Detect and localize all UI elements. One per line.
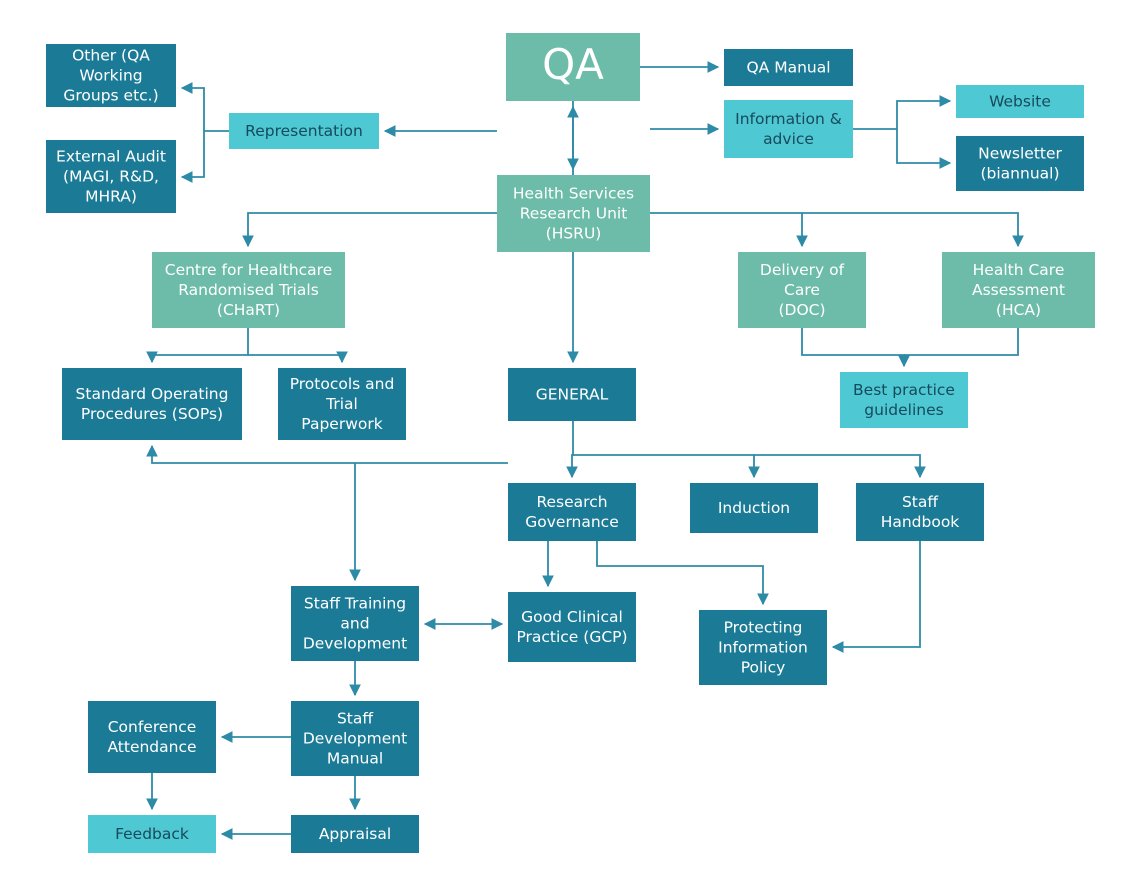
- node-protocols-and-trial-paperwork[interactable]: Protocols and Trial Paperwork: [278, 368, 406, 440]
- node-information-and-advice[interactable]: Information & advice: [724, 100, 853, 158]
- node-label-research-governance: Research Governance: [525, 493, 619, 531]
- edge-general-to-induction: [572, 454, 760, 479]
- node-general[interactable]: GENERAL: [508, 368, 636, 421]
- node-chart[interactable]: Centre for Healthcare Randomised Trials (C…: [152, 252, 345, 328]
- node-representation[interactable]: Representation: [229, 113, 379, 149]
- edge-general-to-staff-handbook: [754, 454, 926, 479]
- edge-information-to-website: [853, 95, 952, 130]
- node-label-website: Website: [989, 92, 1051, 110]
- edge-general-to-research-governance: [566, 421, 578, 479]
- node-staff-handbook[interactable]: Staff Handbook: [856, 483, 984, 541]
- edge-hca-to-best-practice: [904, 328, 1019, 356]
- node-appraisal[interactable]: Appraisal: [291, 815, 419, 853]
- node-staff-training-and-development[interactable]: Staff Training and Development: [291, 586, 419, 661]
- node-label-induction: Induction: [718, 499, 790, 517]
- node-label-feedback: Feedback: [115, 825, 189, 843]
- node-label-representation: Representation: [245, 122, 363, 140]
- node-standard-operating-procedures[interactable]: Standard Operating Procedures (SOPs): [62, 368, 242, 440]
- node-qa-manual[interactable]: QA Manual: [724, 49, 853, 86]
- node-induction[interactable]: Induction: [690, 483, 818, 533]
- edge-information-to-newsletter: [896, 129, 952, 169]
- edge-hsru-to-hca: [802, 212, 1024, 248]
- node-research-governance[interactable]: Research Governance: [508, 483, 636, 541]
- node-newsletter[interactable]: Newsletter (biannual): [956, 136, 1084, 191]
- node-hsru[interactable]: Health Services Research Unit (HSRU): [497, 175, 650, 252]
- node-health-care-assessment[interactable]: Health Care Assessment (HCA): [942, 252, 1095, 328]
- node-qa[interactable]: QA: [506, 33, 640, 101]
- node-external-audit[interactable]: External Audit (MAGI, R&D, MHRA): [46, 140, 176, 213]
- node-conference-attendance[interactable]: Conference Attendance: [88, 701, 216, 773]
- node-label-conference-attendance: Conference Attendance: [107, 718, 196, 756]
- edge-chart-to-sops: [146, 328, 249, 364]
- node-best-practice-guidelines[interactable]: Best practice guidelines: [840, 372, 968, 428]
- node-good-clinical-practice[interactable]: Good Clinical Practice (GCP): [508, 592, 636, 662]
- node-label-standard-operating-procedures: Standard Operating Procedures (SOPs): [76, 385, 229, 423]
- node-label-best-practice-guidelines: Best practice guidelines: [853, 381, 955, 419]
- flowchart-svg: Other (QA Working Groups etc.) External Aud…: [46, 33, 1095, 853]
- node-label-general: GENERAL: [536, 385, 609, 403]
- edge-staff-handbook-to-protecting-info: [831, 541, 921, 653]
- edge-research-governance-to-sops: [146, 444, 508, 464]
- node-label-newsletter: Newsletter (biannual): [978, 144, 1062, 182]
- node-label-appraisal: Appraisal: [319, 825, 391, 843]
- edge-hsru-to-doc: [650, 212, 808, 248]
- edge-representation-to-other: [180, 82, 205, 131]
- node-protecting-information-policy[interactable]: Protecting Information Policy: [699, 610, 827, 685]
- node-website[interactable]: Website: [956, 85, 1084, 118]
- node-other-qa-working-groups[interactable]: Other (QA Working Groups etc.): [46, 44, 176, 107]
- node-delivery-of-care[interactable]: Delivery of Care (DOC): [738, 252, 866, 328]
- edge-chart-to-protocols: [248, 351, 348, 364]
- edge-doc-to-best-practice: [801, 328, 910, 368]
- edge-representation-to-external-audit: [180, 130, 229, 183]
- node-label-good-clinical-practice: Good Clinical Practice (GCP): [516, 608, 627, 646]
- flowchart-canvas: Other (QA Working Groups etc.) External Aud…: [0, 0, 1139, 887]
- node-label-qa-manual: QA Manual: [746, 58, 830, 76]
- node-staff-development-manual[interactable]: Staff Development Manual: [291, 701, 419, 776]
- edge-hsru-to-chart: [242, 212, 497, 248]
- node-feedback[interactable]: Feedback: [88, 815, 216, 853]
- node-label-qa: QA: [542, 40, 604, 89]
